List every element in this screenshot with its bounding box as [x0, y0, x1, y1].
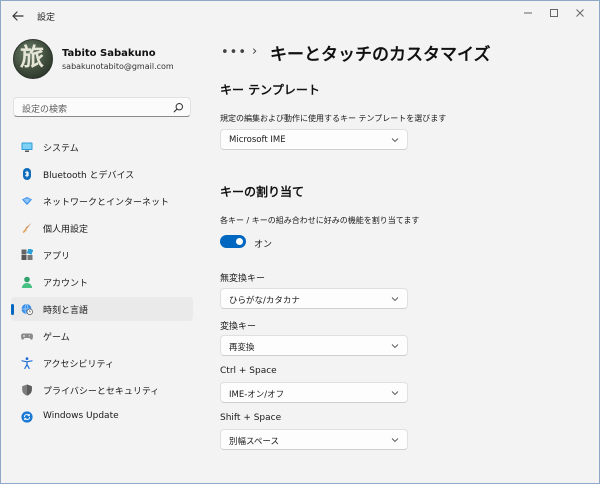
user-email: sabakunotabito@gmail.com: [62, 62, 174, 71]
back-button[interactable]: [9, 7, 27, 25]
sidebar-item-label: 時刻と言語: [43, 306, 89, 316]
close-icon: [576, 9, 584, 17]
globe-clock-icon: [21, 303, 33, 315]
settings-window: 設定 旅 Tabito Sabakuno sabakunotabito@gmai…: [0, 0, 600, 484]
maximize-icon: [550, 9, 558, 17]
maximize-button[interactable]: [546, 5, 562, 21]
shield-icon: [22, 384, 32, 396]
henkan-dropdown[interactable]: 再変換: [220, 335, 408, 356]
muhenkan-dropdown[interactable]: ひらがな/カタカナ: [220, 288, 408, 309]
ctrl-space-dropdown[interactable]: IME-オン/オフ: [220, 382, 408, 403]
gamepad-icon: [21, 333, 33, 340]
window-title: 設定: [37, 13, 56, 23]
key-template-value: Microsoft IME: [229, 135, 286, 145]
bluetooth-icon: [23, 168, 31, 180]
search-placeholder: 設定の検索: [22, 105, 68, 115]
update-icon: [21, 411, 33, 423]
sidebar-item-windows-update[interactable]: Windows Update: [11, 405, 193, 429]
chevron-down-icon: [391, 138, 399, 143]
sidebar-item-label: ネットワークとインターネット: [43, 198, 170, 208]
monitor-icon: [21, 142, 33, 152]
sidebar-item-network[interactable]: ネットワークとインターネット: [11, 189, 193, 213]
sidebar-item-time-language[interactable]: 時刻と言語: [11, 297, 193, 321]
muhenkan-label: 無変換キー: [220, 274, 266, 284]
muhenkan-value: ひらがな/カタカナ: [229, 296, 300, 306]
sidebar-item-label: Bluetooth とデバイス: [43, 171, 135, 181]
minimize-icon: [524, 12, 532, 14]
sidebar-item-label: ゲーム: [43, 333, 70, 343]
key-template-heading: キー テンプレート: [220, 83, 320, 97]
toggle-knob: [236, 238, 243, 245]
close-button[interactable]: [572, 5, 588, 21]
sidebar-item-label: システム: [43, 144, 79, 154]
key-template-dropdown[interactable]: Microsoft IME: [220, 129, 408, 150]
chevron-down-icon: [391, 344, 399, 349]
brush-icon: [22, 223, 32, 233]
chevron-down-icon: [391, 297, 399, 302]
sidebar-item-label: アカウント: [43, 279, 89, 289]
person-icon: [21, 276, 33, 288]
sidebar-item-bluetooth[interactable]: Bluetooth とデバイス: [11, 162, 193, 186]
breadcrumb-separator-icon: ›: [252, 44, 258, 59]
apps-icon: [21, 249, 33, 260]
arrow-left-icon: [12, 11, 24, 21]
sidebar-item-accessibility[interactable]: アクセシビリティ: [11, 351, 193, 375]
chevron-down-icon: [391, 438, 399, 443]
avatar[interactable]: 旅: [13, 39, 53, 79]
page-title: キーとタッチのカスタマイズ: [270, 45, 491, 65]
user-name: Tabito Sabakuno: [62, 48, 156, 59]
sidebar-item-label: 個人用設定: [43, 225, 89, 235]
chevron-down-icon: [391, 391, 399, 396]
shift-space-dropdown[interactable]: 別幅スペース: [220, 429, 408, 450]
selection-indicator: [11, 304, 14, 315]
network-icon: [22, 197, 32, 205]
henkan-value: 再変換: [229, 343, 255, 353]
avatar-glyph: 旅: [20, 42, 44, 71]
minimize-button[interactable]: [520, 5, 536, 21]
sidebar-item-system[interactable]: システム: [11, 135, 193, 159]
title-bar: 設定: [1, 1, 599, 31]
sidebar-item-label: プライバシーとセキュリティ: [43, 387, 160, 397]
key-assign-heading: キーの割り当て: [220, 185, 305, 199]
sidebar-item-label: アプリ: [43, 252, 71, 262]
sidebar-item-label: Windows Update: [43, 411, 119, 421]
sidebar-item-apps[interactable]: アプリ: [11, 243, 193, 267]
shift-space-value: 別幅スペース: [229, 437, 279, 447]
sidebar-item-gaming[interactable]: ゲーム: [11, 324, 193, 348]
search-input[interactable]: 設定の検索: [13, 97, 191, 117]
ctrl-space-label: Ctrl + Space: [220, 366, 277, 376]
shift-space-label: Shift + Space: [220, 413, 282, 423]
sidebar-item-label: アクセシビリティ: [43, 360, 115, 370]
toggle-state-label: オン: [254, 240, 273, 250]
accessibility-icon: [21, 357, 33, 369]
breadcrumb-more-button[interactable]: •••: [221, 45, 247, 60]
sidebar-item-privacy[interactable]: プライバシーとセキュリティ: [11, 378, 193, 402]
sidebar-item-accounts[interactable]: アカウント: [11, 270, 193, 294]
sidebar-item-personalization[interactable]: 個人用設定: [11, 216, 193, 240]
key-template-description: 規定の編集および動作に使用するキー テンプレートを選びます: [220, 114, 447, 123]
key-assign-description: 各キー / キーの組み合わせに好みの機能を割り当てます: [220, 216, 420, 225]
search-icon[interactable]: [173, 102, 184, 113]
key-assign-toggle[interactable]: [220, 235, 246, 248]
ctrl-space-value: IME-オン/オフ: [229, 390, 285, 400]
henkan-label: 変換キー: [220, 322, 257, 332]
